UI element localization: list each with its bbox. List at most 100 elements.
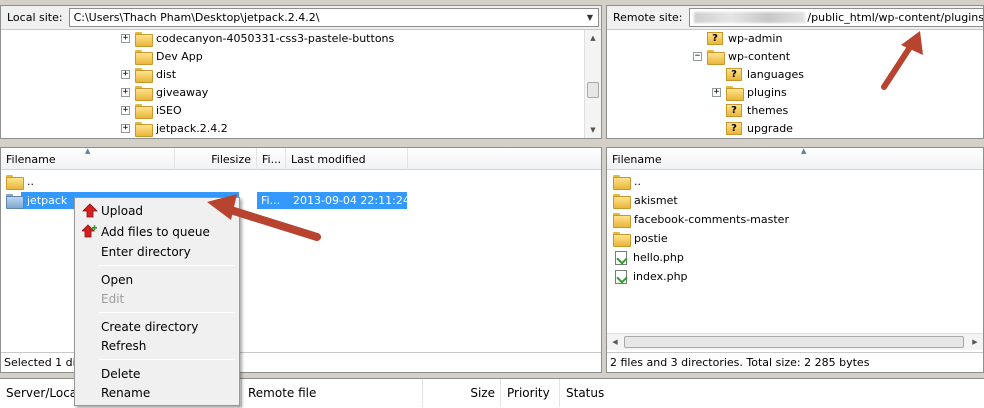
list-item[interactable]: facebook-comments-master — [613, 210, 789, 229]
menu-item-edit: Edit — [101, 291, 125, 306]
remote-dir-tree: ? wp-admin − wp-content ? languages + plugin… — [607, 30, 983, 138]
menu-item-delete[interactable]: Delete — [77, 364, 237, 383]
col-filetype[interactable]: Fi... — [257, 148, 286, 170]
tree-item[interactable]: + plugins — [712, 83, 787, 101]
expand-icon[interactable]: + — [712, 87, 721, 97]
file-name: index.php — [633, 270, 688, 283]
list-item[interactable]: .. — [6, 172, 34, 191]
expand-icon[interactable]: + — [121, 87, 130, 97]
tree-item[interactable]: + dist — [121, 65, 176, 83]
scrollbar-thumb[interactable] — [587, 82, 599, 98]
folder-icon — [135, 121, 153, 137]
menu-item-add-to-queue[interactable]: Add files to queue — [77, 222, 237, 241]
col-filename[interactable]: ▲ Filename — [1, 148, 175, 170]
menu-item-enter-directory[interactable]: Enter directory — [77, 242, 237, 261]
menu-separator — [99, 359, 235, 360]
tree-item-label: jetpack.2.4.2 — [156, 121, 228, 135]
sort-asc-icon: ▲ — [801, 147, 807, 155]
list-item[interactable]: postie — [613, 229, 668, 248]
queue-col-priority[interactable]: Priority — [501, 379, 560, 407]
queue-col-size[interactable]: Size — [423, 379, 501, 407]
col-filename[interactable]: ▲ Filename — [607, 147, 983, 170]
context-menu: Upload Add files to queue Enter director… — [74, 197, 240, 406]
file-name: jetpack — [27, 194, 68, 207]
file-name: akismet — [634, 194, 678, 207]
remote-path-text: /public_html/wp-content/plugins — [807, 11, 984, 24]
local-path-combo[interactable]: C:\Users\Thach Pham\Desktop\jetpack.2.4.… — [68, 8, 599, 27]
local-tree-scrollbar[interactable]: ▲ ▼ — [584, 30, 601, 138]
tree-item[interactable]: ? wp-admin — [707, 30, 782, 47]
file-name: hello.php — [633, 251, 684, 264]
unknown-folder-icon: ? — [726, 121, 742, 135]
folder-icon — [613, 213, 631, 228]
menu-item-open[interactable]: Open — [77, 270, 237, 289]
scroll-left-icon[interactable]: ◀ — [607, 334, 623, 350]
remote-file-pane: ▲ Filename .. akismet facebook-comments-… — [606, 147, 984, 373]
menu-separator — [99, 265, 235, 266]
tree-item[interactable]: ? upgrade — [726, 119, 793, 137]
folder-icon — [135, 103, 153, 119]
tree-item-label: plugins — [747, 85, 787, 99]
blurred-host — [693, 12, 806, 23]
file-modified: 2013-09-04 22:11:24 — [293, 194, 410, 207]
sort-asc-icon: ▲ — [85, 147, 91, 155]
tree-item[interactable]: + jetpack.2.4.2 — [121, 119, 228, 137]
tree-item-label: wp-content — [728, 49, 791, 63]
col-last-modified[interactable]: Last modified — [286, 148, 408, 170]
tree-item[interactable]: ? themes — [726, 101, 788, 119]
tree-item-label: Dev App — [156, 49, 203, 63]
scroll-up-icon[interactable]: ▲ — [585, 30, 601, 46]
folder-icon — [135, 85, 153, 101]
scrollbar-thumb[interactable] — [624, 336, 964, 348]
expand-icon[interactable]: + — [121, 33, 130, 43]
tree-item[interactable]: Dev App — [135, 47, 203, 65]
col-filesize[interactable]: Filesize — [175, 148, 257, 170]
local-dir-tree: + codecanyon-4050331-css3-pastele-buttons… — [1, 30, 584, 138]
remote-path-combo[interactable]: /public_html/wp-content/plugins — [688, 8, 984, 27]
tree-item-label: themes — [747, 103, 789, 117]
php-file-icon — [615, 269, 627, 284]
collapse-icon[interactable]: − — [693, 51, 702, 61]
folder-icon — [6, 194, 24, 209]
menu-item-rename[interactable]: Rename — [77, 383, 237, 402]
tree-item[interactable]: + iSEO — [121, 101, 182, 119]
tree-item-label: giveaway — [156, 85, 209, 99]
list-item[interactable]: hello.php — [615, 248, 684, 267]
folder-icon — [613, 194, 631, 209]
expand-icon[interactable]: + — [121, 123, 130, 133]
menu-item-create-directory[interactable]: Create directory — [77, 317, 237, 336]
expand-icon[interactable]: + — [121, 105, 130, 115]
add-to-queue-icon — [82, 224, 97, 238]
tree-item-label: dist — [156, 67, 177, 81]
file-name: .. — [634, 175, 641, 188]
queue-col-remote-file[interactable]: Remote file — [242, 379, 423, 407]
tree-item[interactable]: ? languages — [726, 65, 804, 83]
local-list-header: ▲ Filename Filesize Fi... Last modified — [1, 148, 601, 170]
tree-item[interactable]: + giveaway — [121, 83, 208, 101]
tree-item-label: wp-admin — [728, 31, 783, 45]
remote-site-label: Remote site: — [613, 11, 683, 24]
scroll-right-icon[interactable]: ▶ — [967, 334, 983, 350]
file-name: .. — [27, 175, 34, 188]
tree-item[interactable]: + codecanyon-4050331-css3-pastele-buttons — [121, 30, 394, 47]
queue-col-status[interactable]: Status — [560, 379, 700, 407]
tree-item[interactable]: − wp-content — [693, 47, 790, 65]
menu-item-upload[interactable]: Upload — [77, 201, 237, 220]
remote-list-hscrollbar[interactable]: ◀ ▶ — [607, 333, 983, 350]
chevron-down-icon[interactable]: ▼ — [582, 9, 598, 26]
list-item[interactable]: index.php — [615, 267, 688, 286]
remote-site-bar: Remote site: /public_html/wp-content/plu… — [607, 6, 984, 30]
expand-icon[interactable]: + — [121, 69, 130, 79]
list-item[interactable]: akismet — [613, 191, 678, 210]
local-tree-pane: Local site: C:\Users\Thach Pham\Desktop\… — [0, 5, 602, 139]
menu-item-refresh[interactable]: Refresh — [77, 336, 237, 355]
local-site-bar: Local site: C:\Users\Thach Pham\Desktop\… — [1, 6, 601, 30]
upload-icon — [82, 203, 98, 218]
file-type: Fi... — [261, 194, 281, 207]
local-site-label: Local site: — [7, 11, 63, 24]
folder-icon — [726, 85, 744, 101]
folder-icon — [6, 175, 24, 190]
folder-icon — [135, 49, 153, 65]
list-item[interactable]: .. — [613, 172, 641, 191]
scroll-down-icon[interactable]: ▼ — [585, 122, 601, 138]
